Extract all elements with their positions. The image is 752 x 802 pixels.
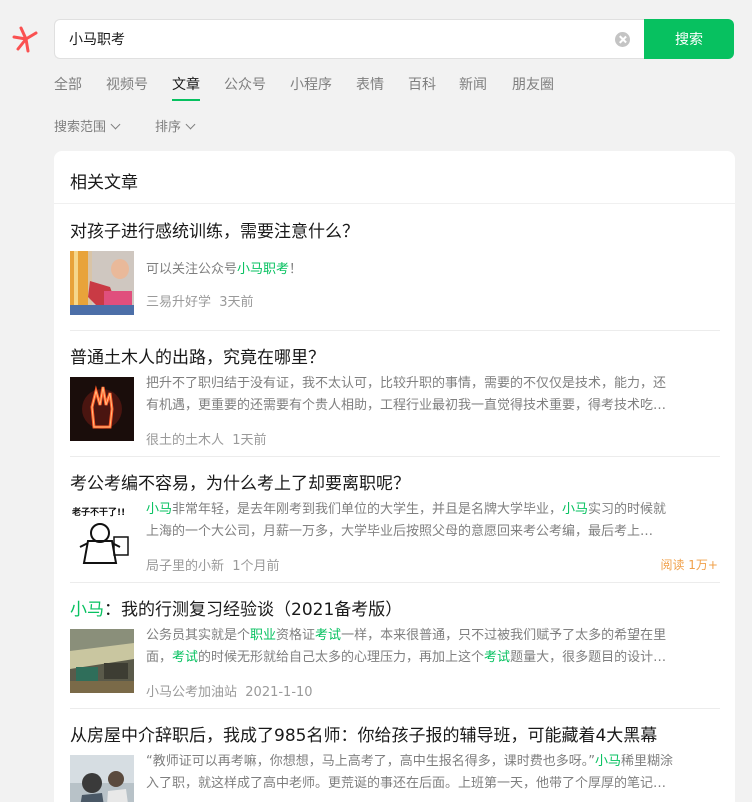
- article-time: 1个月前: [232, 559, 280, 574]
- article-meta: 局子里的小新 1个月前: [146, 555, 280, 574]
- search-scope-label: 搜索范围: [54, 120, 107, 135]
- results-card: 相关文章 对孩子进行感统训练，需要注意什么？ 可以关注公众号小马职考！ 三易升好…: [54, 151, 735, 802]
- logo-icon: [12, 26, 38, 53]
- search-input[interactable]: [69, 20, 609, 58]
- article-thumbnail[interactable]: [70, 377, 134, 441]
- article-description: 公务员其实就是个职业资格证考试一样，本来很普通，只不过被我们赋予了太多的希望在里…: [146, 628, 667, 665]
- tab-encyclopedia[interactable]: 百科: [408, 74, 436, 94]
- article-description: 可以关注公众号小马职考！: [146, 262, 303, 277]
- sort-dropdown[interactable]: 排序: [155, 116, 196, 135]
- article-source[interactable]: 小马公考加油站: [146, 685, 237, 700]
- divider: [70, 456, 720, 457]
- article-title[interactable]: 从房屋中介辞职后，我成了985名师：你给孩子报的辅导班，可能藏着4大黑幕: [70, 721, 657, 746]
- article-title[interactable]: 小马：我的行测复习经验谈（2021备考版）: [70, 595, 402, 620]
- article-source[interactable]: 三易升好学: [146, 295, 211, 310]
- divider: [54, 203, 735, 204]
- article-time: 1天前: [232, 433, 267, 448]
- article-meta: 三易升好学 3天前: [146, 291, 254, 310]
- tab-news[interactable]: 新闻: [459, 74, 487, 94]
- tab-video-channel[interactable]: 视频号: [106, 74, 148, 94]
- chevron-down-icon: [110, 119, 121, 130]
- article-thumbnail[interactable]: [70, 755, 134, 802]
- article-meta: 很土的土木人 1天前: [146, 429, 267, 448]
- tab-official-accounts[interactable]: 公众号: [224, 74, 266, 94]
- article-time: 2021-1-10: [245, 685, 313, 700]
- tab-mini-programs[interactable]: 小程序: [290, 74, 332, 94]
- sort-label: 排序: [155, 120, 182, 135]
- article-thumbnail[interactable]: 老子不干了!!: [70, 503, 134, 567]
- divider: [70, 582, 720, 583]
- tab-moments[interactable]: 朋友圈: [512, 74, 554, 94]
- section-title: 相关文章: [70, 173, 138, 193]
- article-title[interactable]: 普通土木人的出路，究竟在哪里？: [70, 343, 325, 368]
- clear-icon[interactable]: [615, 32, 630, 47]
- article-description: 小马非常年轻，是去年刚考到我们单位的大学生，并且是名牌大学毕业，小马实习的时候就…: [146, 502, 667, 539]
- article-title[interactable]: 对孩子进行感统训练，需要注意什么？: [70, 217, 359, 242]
- article-thumbnail[interactable]: [70, 629, 134, 693]
- article-source[interactable]: 很土的土木人: [146, 433, 224, 448]
- article-time: 3天前: [219, 295, 254, 310]
- article-source[interactable]: 局子里的小新: [146, 559, 224, 574]
- read-count: 阅读 1万+: [660, 558, 718, 572]
- article-description: 把升不了职归结于没有证，我不太认可，比较升职的事情，需要的不仅仅是技术，能力，还…: [146, 376, 667, 413]
- chevron-down-icon: [185, 119, 196, 130]
- article-description: “教师证可以再考嘛，你想想，马上高考了，高中生报名得多，课时费也多呀。”小马稀里…: [146, 754, 674, 791]
- article-thumbnail[interactable]: [70, 251, 134, 315]
- search-box: [54, 19, 646, 59]
- search-scope-dropdown[interactable]: 搜索范围: [54, 116, 121, 135]
- tab-articles[interactable]: 文章: [172, 74, 200, 101]
- tab-stickers[interactable]: 表情: [356, 74, 384, 94]
- article-meta: 小马公考加油站 2021-1-10: [146, 681, 313, 700]
- divider: [70, 708, 720, 709]
- thumbnail-caption: 老子不干了!!: [71, 506, 125, 518]
- tab-all[interactable]: 全部: [54, 74, 82, 94]
- article-title[interactable]: 考公考编不容易，为什么考上了却要离职呢？: [70, 469, 410, 494]
- divider: [70, 330, 720, 331]
- search-button[interactable]: 搜索: [644, 19, 734, 59]
